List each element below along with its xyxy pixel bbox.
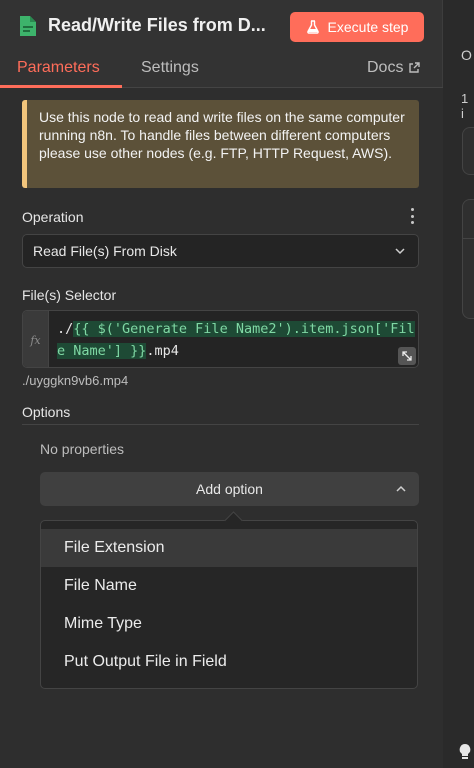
chevron-up-icon (396, 485, 406, 492)
options-label: Options (22, 404, 71, 420)
lightbulb-icon[interactable] (458, 743, 472, 761)
tab-parameters[interactable]: Parameters (17, 59, 100, 77)
operation-label: Operation (22, 209, 84, 225)
expression-result: ./uyggkn9vb6.mp4 (22, 373, 129, 388)
parameters-content: Use this node to read and write files on… (0, 88, 443, 768)
output-item-count: 1 i (461, 91, 469, 121)
output-table-divider (462, 238, 474, 239)
file-selector-label: File(s) Selector (22, 287, 117, 303)
operation-select[interactable]: Read File(s) From Disk (22, 234, 419, 268)
docs-link[interactable]: Docs (367, 59, 421, 77)
panel-header: Read/Write Files from D... Execute step (0, 0, 443, 52)
file-selector-expression-input[interactable]: fx ./{{ $('Generate File Name2').item.js… (22, 310, 419, 368)
add-option-menu: File Extension File Name Mime Type Put O… (40, 520, 418, 689)
tab-bar: Parameters Settings Docs (0, 52, 443, 88)
docs-label: Docs (367, 59, 404, 76)
options-divider (22, 424, 419, 425)
menu-item-file-name[interactable]: File Name (41, 567, 417, 605)
execute-step-label: Execute step (327, 19, 409, 35)
tab-settings[interactable]: Settings (141, 59, 199, 77)
add-option-label: Add option (196, 481, 263, 497)
chevron-down-icon (395, 248, 405, 255)
fx-icon: fx (23, 311, 49, 367)
code-suffix: .mp4 (146, 343, 179, 359)
output-panel-card[interactable] (462, 127, 474, 175)
output-panel-heading: O (461, 47, 472, 63)
menu-item-put-output-file-in-field[interactable]: Put Output File in Field (41, 643, 417, 681)
execute-step-button[interactable]: Execute step (290, 12, 424, 42)
expression-code[interactable]: ./{{ $('Generate File Name2').item.json[… (57, 318, 418, 362)
menu-item-file-extension[interactable]: File Extension (41, 529, 417, 567)
file-node-icon (20, 16, 36, 36)
output-panel-table[interactable] (462, 199, 474, 319)
external-link-icon (409, 62, 421, 73)
code-prefix: ./ (57, 321, 74, 337)
output-panel-edge: O 1 i (443, 0, 474, 768)
add-option-button[interactable]: Add option (40, 472, 419, 506)
menu-item-mime-type[interactable]: Mime Type (41, 605, 417, 643)
more-options-icon[interactable] (409, 208, 415, 224)
expand-editor-icon[interactable] (398, 347, 416, 365)
code-expression: {{ $('Generate File Name2').item.json['F… (57, 321, 415, 359)
flask-icon (306, 20, 319, 34)
info-notice: Use this node to read and write files on… (22, 100, 419, 188)
operation-value: Read File(s) From Disk (33, 243, 177, 259)
node-details-panel: Read/Write Files from D... Execute step … (0, 0, 443, 768)
no-properties-text: No properties (40, 441, 125, 457)
node-title[interactable]: Read/Write Files from D... (48, 15, 266, 36)
